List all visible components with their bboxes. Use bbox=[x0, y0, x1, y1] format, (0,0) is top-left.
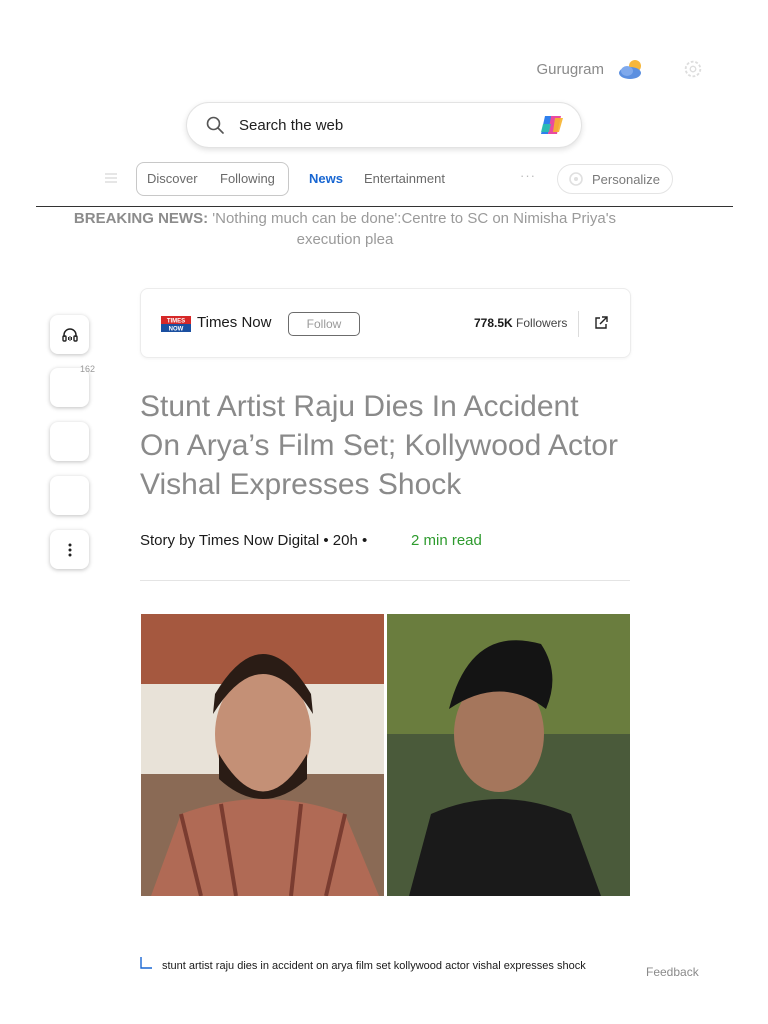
header-divider bbox=[36, 206, 733, 207]
personalize-label: Personalize bbox=[592, 171, 660, 187]
share-button[interactable] bbox=[50, 476, 89, 515]
search-input[interactable]: Search the web bbox=[239, 117, 537, 134]
article-title: Stunt Artist Raju Dies In Accident On Ar… bbox=[140, 390, 618, 501]
svg-text:TIMES: TIMES bbox=[167, 319, 185, 325]
article-hero-image[interactable] bbox=[141, 614, 630, 896]
tab-news[interactable]: News bbox=[309, 171, 343, 186]
location-label[interactable]: Gurugram bbox=[536, 61, 604, 78]
byline-divider bbox=[140, 580, 630, 581]
search-icon bbox=[206, 116, 224, 134]
menu-icon[interactable] bbox=[104, 171, 118, 185]
feed-nav: Discover Following News Entertainment ··… bbox=[100, 162, 680, 196]
partly-cloudy-icon bbox=[619, 60, 641, 79]
personalize-button[interactable]: Personalize bbox=[557, 164, 673, 194]
source-card: TIMES NOW Times Now Follow 778.5K Follow… bbox=[140, 288, 631, 358]
comment-count: 162 bbox=[80, 364, 96, 374]
svg-text:NOW: NOW bbox=[169, 327, 184, 333]
card-separator bbox=[578, 311, 579, 337]
breaking-news-text[interactable]: 'Nothing much can be done':Centre to SC … bbox=[212, 210, 616, 248]
article-byline: Story by Times Now Digital • 20h • bbox=[140, 532, 368, 549]
search-box[interactable]: Search the web bbox=[186, 102, 582, 148]
feedback-button[interactable]: Feedback bbox=[646, 965, 699, 979]
follow-button[interactable]: Follow bbox=[288, 312, 360, 336]
source-name[interactable]: Times Now bbox=[197, 314, 271, 331]
personalize-icon bbox=[569, 172, 583, 186]
tab-discover[interactable]: Discover bbox=[147, 171, 198, 186]
gear-icon[interactable] bbox=[682, 58, 704, 80]
copilot-icon[interactable] bbox=[537, 110, 567, 140]
headphones-icon bbox=[61, 327, 78, 342]
times-now-logo: TIMES NOW bbox=[161, 316, 191, 332]
breaking-news-banner[interactable]: BREAKING NEWS: 'Nothing much can be done… bbox=[60, 208, 630, 250]
followers-label: Followers bbox=[516, 316, 568, 330]
caption-corner-icon bbox=[140, 957, 152, 969]
like-button[interactable] bbox=[50, 422, 89, 461]
more-vertical-icon bbox=[68, 543, 71, 556]
breaking-news-tag: BREAKING NEWS: bbox=[73, 210, 209, 227]
followers-number: 778.5K bbox=[474, 316, 513, 330]
location-weather[interactable]: Gurugram bbox=[536, 58, 704, 80]
external-link-icon[interactable] bbox=[593, 315, 609, 331]
more-options-button[interactable] bbox=[50, 530, 89, 569]
more-tabs-icon[interactable]: ··· bbox=[520, 168, 536, 183]
followers-count: 778.5K Followers bbox=[474, 316, 567, 330]
listen-button[interactable] bbox=[50, 315, 89, 354]
image-caption: stunt artist raju dies in accident on ar… bbox=[162, 960, 586, 972]
tab-entertainment[interactable]: Entertainment bbox=[364, 171, 445, 186]
read-time: 2 min read bbox=[411, 532, 482, 549]
tab-following[interactable]: Following bbox=[220, 171, 275, 186]
